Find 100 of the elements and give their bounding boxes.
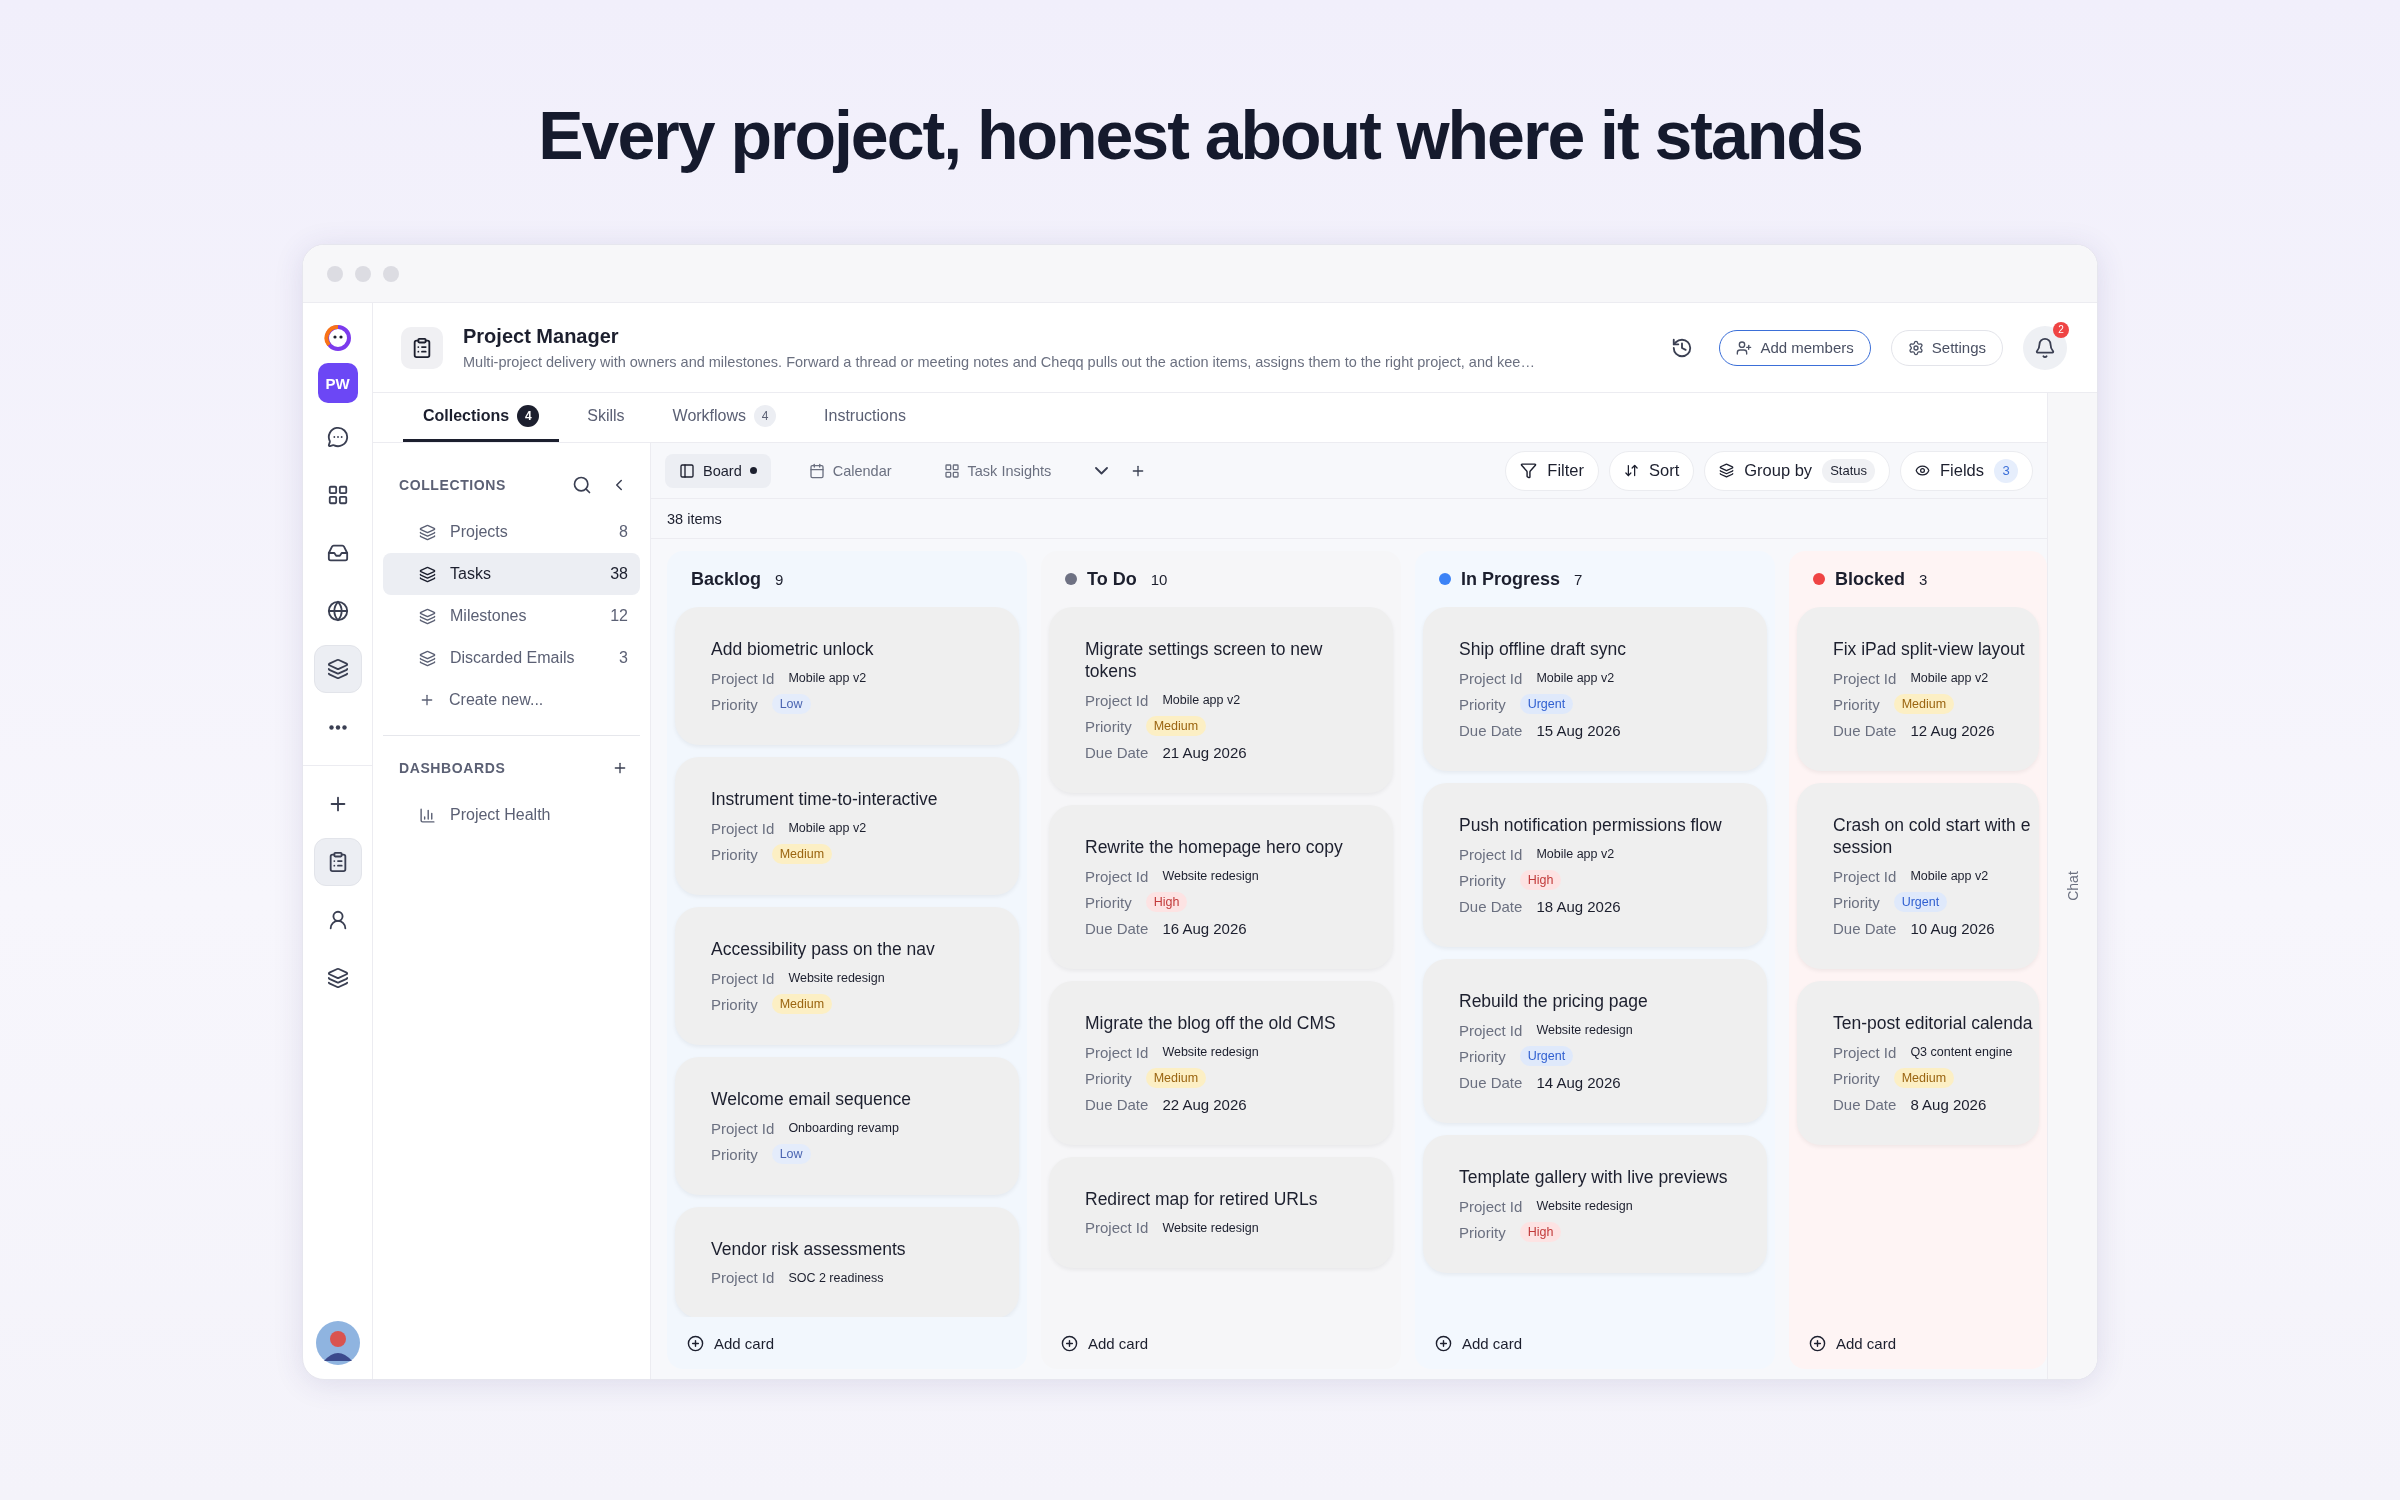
field-label: Priority xyxy=(1085,1069,1132,1087)
chip: 3 xyxy=(1994,458,2018,483)
field-label: Project Id xyxy=(711,1269,775,1287)
priority-badge: Urgent xyxy=(1519,1046,1574,1067)
tab[interactable]: Instructions xyxy=(804,393,926,442)
task-card[interactable]: Crash on cold start with e session Project Id Mobile app v2 Priority Urgent Due Date 10 Aug 2026 xyxy=(1797,782,2039,969)
task-card[interactable]: Accessibility pass on the nav Project Id Website redesign Priority Medium xyxy=(675,906,1019,1045)
column-count: 10 xyxy=(1150,570,1168,588)
plus-circle-icon xyxy=(1061,1334,1078,1352)
rail-button[interactable] xyxy=(313,838,362,886)
tray-icon xyxy=(326,542,349,564)
add-card-button[interactable]: Add card xyxy=(1041,1317,1401,1369)
field-label: Due Date xyxy=(1833,919,1897,937)
field-label: Due Date xyxy=(1833,1095,1897,1113)
field-label: Due Date xyxy=(1459,721,1523,739)
rail-button[interactable] xyxy=(313,645,362,693)
field-value: Mobile app v2 xyxy=(1162,693,1241,708)
plus-circle-icon xyxy=(1809,1334,1826,1352)
priority-badge: Medium xyxy=(771,844,833,865)
field-label: Project Id xyxy=(1459,1021,1523,1039)
user-plus-icon xyxy=(1736,339,1753,356)
field-value: 16 Aug 2026 xyxy=(1162,919,1247,937)
logo-icon[interactable] xyxy=(322,323,353,353)
add-card-button[interactable]: Add card xyxy=(1789,1317,2047,1369)
task-card[interactable]: Add biometric unlock Project Id Mobile app v2 Priority Low xyxy=(675,607,1019,745)
task-card[interactable]: Instrument time-to-interactive Project Id Mobile app v2 Priority Medium xyxy=(675,756,1019,895)
field-value: Website redesign xyxy=(1536,1023,1633,1038)
field-value: 12 Aug 2026 xyxy=(1910,721,1995,739)
workspace-button[interactable]: PW xyxy=(317,363,358,403)
field-label: Priority xyxy=(711,695,758,713)
filter-icon xyxy=(1520,462,1538,479)
task-card[interactable]: Ship offline draft sync Project Id Mobile app v2 Priority Urgent Due Date 15 Aug 2026 xyxy=(1423,607,1767,771)
layers-icon xyxy=(419,607,436,625)
field-label: Priority xyxy=(711,845,758,863)
task-card[interactable]: Redirect map for retired URLs Project Id Website redesign xyxy=(1049,1156,1393,1269)
dashboard-item[interactable]: Project Health xyxy=(383,794,640,836)
card-title: Ten-post editorial calenda xyxy=(1833,1012,2034,1035)
toolbar-button[interactable]: Group by Status xyxy=(1704,450,1890,491)
toolbar-button[interactable]: Fields 3 xyxy=(1900,450,2033,491)
plus-circle-icon xyxy=(1435,1334,1452,1352)
layers-icon xyxy=(419,649,436,667)
task-card[interactable]: Welcome email sequence Project Id Onboarding revamp Priority Low xyxy=(675,1056,1019,1195)
column-count: 3 xyxy=(1919,570,1928,588)
collection-item[interactable]: Milestones 12 xyxy=(383,595,640,637)
search-icon xyxy=(572,475,592,495)
tab[interactable]: Workflows 4 xyxy=(652,393,797,442)
collection-item[interactable]: Projects 8 xyxy=(383,511,640,553)
user-avatar[interactable] xyxy=(315,1321,360,1365)
priority-badge: Medium xyxy=(1893,1068,1955,1088)
task-card[interactable]: Migrate settings screen to new tokens Project Id Mobile app v2 Priority Medium Due Date 21 Aug 2026 xyxy=(1049,607,1393,793)
layers-icon xyxy=(326,658,349,680)
task-card[interactable]: Vendor risk assessments Project Id SOC 2 readiness xyxy=(675,1206,1019,1317)
card-title: Redirect map for retired URLs xyxy=(1085,1188,1319,1211)
view-tab[interactable]: Task Insights xyxy=(929,453,1066,488)
grid-icon xyxy=(943,462,960,479)
globe-icon xyxy=(326,600,349,622)
task-card[interactable]: Push notification permissions flow Project Id Mobile app v2 Priority High Due Date 18 Aug 2026 xyxy=(1423,782,1767,947)
task-card[interactable]: Ten-post editorial calenda Project Id Q3 content engine Priority Medium Due Date 8 Aug 2026 xyxy=(1797,980,2039,1145)
field-label: Priority xyxy=(1459,1047,1506,1065)
field-label: Due Date xyxy=(1085,1095,1149,1113)
card-title: Ship offline draft sync xyxy=(1459,639,1627,661)
view-tab[interactable]: Board xyxy=(665,453,771,488)
card-title: Welcome email sequence xyxy=(711,1088,913,1111)
page-title: Project Manager xyxy=(463,325,620,348)
field-label: Project Id xyxy=(1085,867,1149,885)
task-card[interactable]: Migrate the blog off the old CMS Project Id Website redesign Priority Medium Due Date 22 Aug 2026 xyxy=(1049,980,1393,1145)
collection-item[interactable]: Discarded Emails 3 xyxy=(383,637,640,679)
plus-circle-icon xyxy=(687,1334,704,1352)
view-tab[interactable]: Calendar xyxy=(794,453,906,488)
grid-icon xyxy=(326,484,349,506)
bell-icon xyxy=(2034,336,2056,359)
toolbar-button[interactable]: Filter xyxy=(1505,450,1599,491)
field-value: Mobile app v2 xyxy=(788,821,867,836)
item-count: 38 items xyxy=(667,510,722,527)
tab[interactable]: Skills xyxy=(567,393,645,442)
add-members-button[interactable]: Add members xyxy=(1719,329,1871,366)
collection-item[interactable]: Tasks 38 xyxy=(383,553,640,595)
task-card[interactable]: Rewrite the homepage hero copy Project Id Website redesign Priority High Due Date 16 Aug 2026 xyxy=(1049,804,1393,969)
field-label: Project Id xyxy=(1459,845,1523,863)
field-value: Mobile app v2 xyxy=(1536,671,1615,686)
task-card[interactable]: Template gallery with live previews Project Id Website redesign Priority High xyxy=(1423,1134,1767,1273)
priority-badge: Medium xyxy=(1145,1068,1207,1088)
toolbar-button[interactable]: Sort xyxy=(1609,450,1695,491)
notifications-button[interactable]: 2 xyxy=(2023,325,2067,370)
settings-button[interactable]: Settings xyxy=(1890,329,2003,366)
task-card[interactable]: Fix iPad split-view layout Project Id Mobile app v2 Priority Medium Due Date 12 Aug 2026 xyxy=(1797,607,2039,771)
clipboard-icon xyxy=(401,326,443,369)
tab[interactable]: Collections 4 xyxy=(403,393,560,442)
add-card-button[interactable]: Add card xyxy=(667,1317,1027,1369)
create-new-button[interactable]: Create new... xyxy=(383,679,640,721)
field-value: Mobile app v2 xyxy=(1910,671,1989,686)
field-value: Website redesign xyxy=(1162,869,1259,884)
field-label: Priority xyxy=(711,995,758,1013)
priority-badge: High xyxy=(1519,870,1562,891)
plus-icon xyxy=(419,692,435,708)
add-card-button[interactable]: Add card xyxy=(1415,1317,1775,1369)
task-card[interactable]: Rebuild the pricing page Project Id Website redesign Priority Urgent Due Date 14 Aug 2026 xyxy=(1423,958,1767,1123)
chat-tab[interactable]: Chat xyxy=(2063,865,2082,907)
field-label: Project Id xyxy=(1459,669,1523,687)
field-value: 18 Aug 2026 xyxy=(1536,897,1621,915)
